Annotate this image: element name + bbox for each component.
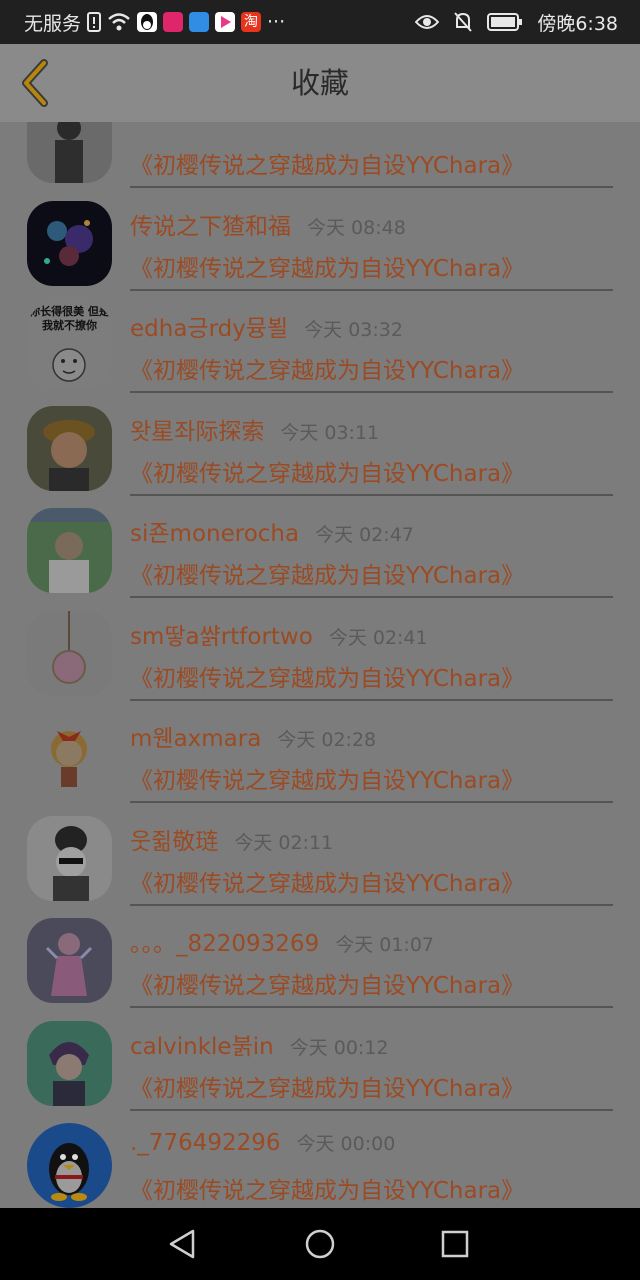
item-time: 今天 08:48 bbox=[307, 216, 406, 239]
status-bar: 无服务 淘 ··· 傍晚6:38 bbox=[0, 0, 640, 44]
avatar[interactable] bbox=[27, 815, 112, 901]
item-subtitle: 《初樱传说之穿越成为自设YYChara》 bbox=[130, 665, 525, 692]
divider bbox=[130, 1006, 613, 1008]
page-title: 收藏 bbox=[290, 66, 349, 100]
square-recent-icon bbox=[441, 1230, 469, 1258]
app-icon bbox=[163, 12, 184, 32]
item-title: 웃쥚敬琏 今天 02:11 bbox=[130, 828, 334, 855]
sim-alert-icon bbox=[87, 12, 102, 32]
navigation-bar bbox=[0, 1208, 640, 1280]
divider bbox=[130, 288, 613, 291]
item-subtitle: 《初樱传说之穿越成为自设YYChara》 bbox=[130, 255, 525, 282]
item-time: 今天 03:11 bbox=[280, 421, 380, 444]
item-subtitle: 《初樱传说之穿越成为自设YYChara》 bbox=[130, 153, 525, 179]
avatar[interactable] bbox=[27, 122, 112, 183]
item-title: 왓星좌际探索 今天 03:11 bbox=[130, 418, 380, 445]
item-title: ._776492296 今天 00:00 bbox=[130, 1130, 396, 1156]
item-time: 今天 02:28 bbox=[277, 729, 377, 751]
item-title bbox=[130, 122, 146, 130]
item-time: 今天 01:07 bbox=[335, 934, 434, 956]
nav-recent-button[interactable] bbox=[437, 1226, 473, 1262]
divider bbox=[130, 801, 613, 803]
avatar[interactable] bbox=[27, 1123, 112, 1208]
divider bbox=[130, 493, 613, 496]
avatar[interactable] bbox=[27, 918, 112, 1003]
message-app-icon bbox=[189, 12, 210, 32]
item-subtitle: 《初樱传说之穿越成为自设YYChara》 bbox=[130, 358, 525, 384]
triangle-back-icon bbox=[169, 1229, 195, 1259]
video-app-icon bbox=[215, 12, 236, 32]
divider bbox=[130, 186, 613, 188]
circle-home-icon bbox=[305, 1229, 335, 1259]
list-item[interactable]: 。。。_822093269 今天 01:07 《初樱传说之穿越成为自设YYChar… bbox=[0, 907, 640, 1010]
avatar[interactable] bbox=[27, 405, 112, 491]
title-bar: 收藏 bbox=[0, 44, 640, 122]
list-item[interactable]: calvinkle붉in 今天 00:12 《初樱传说之穿越成为自设YYChara… bbox=[0, 1010, 640, 1113]
taobao-icon: 淘 bbox=[241, 12, 262, 32]
item-title: edha긍rdy뮹뵐 今天 03:32 bbox=[130, 316, 403, 342]
item-time: 今天 02:47 bbox=[315, 524, 414, 546]
divider bbox=[130, 596, 613, 598]
item-title: m웬axmara 今天 02:28 bbox=[130, 726, 377, 752]
item-time: 今天 02:41 bbox=[328, 626, 428, 649]
item-title: 传说之下猹和福 今天 08:48 bbox=[130, 213, 406, 240]
list-item[interactable]: si죤monerocha 今天 02:47 《初樱传说之穿越成为自设YYChara… bbox=[0, 497, 640, 600]
item-subtitle: 《初樱传说之穿越成为自设YYChara》 bbox=[130, 1075, 525, 1102]
item-subtitle: 《初樱传说之穿越成为自设YYChara》 bbox=[130, 563, 525, 589]
qq-icon bbox=[137, 12, 158, 32]
list-item[interactable]: 你长得很美 但是我就不撩你 edha긍rdy뮹뵐 今天 03:32 《初樱传说之穿… bbox=[0, 292, 640, 395]
clock-text: 傍晚6:38 bbox=[537, 12, 618, 35]
wifi-icon bbox=[108, 13, 130, 31]
item-title: 。。。_822093269 今天 01:07 bbox=[130, 931, 434, 957]
item-subtitle: 《初樱传说之穿越成为自设YYChara》 bbox=[130, 973, 525, 999]
mute-bell-icon bbox=[454, 12, 473, 32]
list-item[interactable]: 《初樱传说之穿越成为自设YYChara》 bbox=[0, 122, 640, 190]
list-item[interactable]: 传说之下猹和福 今天 08:48 《初樱传说之穿越成为自设YYChara》 bbox=[0, 190, 640, 293]
divider bbox=[130, 903, 613, 906]
avatar[interactable] bbox=[27, 713, 112, 798]
list-item[interactable]: ._776492296 今天 00:00 《初樱传说之穿越成为自设YYChara》 bbox=[0, 1112, 640, 1208]
avatar[interactable] bbox=[27, 610, 112, 696]
more-notifications-icon: ··· bbox=[267, 11, 286, 33]
item-subtitle: 《初樱传说之穿越成为自设YYChara》 bbox=[130, 460, 525, 487]
list-item[interactable]: 왓星좌际探索 今天 03:11 《初樱传说之穿越成为自设YYChara》 bbox=[0, 395, 640, 498]
avatar[interactable] bbox=[27, 1020, 112, 1106]
eye-icon bbox=[415, 15, 440, 29]
carrier-text: 无服务 bbox=[24, 12, 82, 35]
item-subtitle: 《初樱传说之穿越成为自设YYChara》 bbox=[130, 768, 525, 794]
item-time: 今天 03:32 bbox=[304, 319, 403, 341]
avatar[interactable]: 你长得很美 但是我就不撩你 bbox=[27, 303, 112, 388]
nav-home-button[interactable] bbox=[302, 1226, 338, 1262]
list-item[interactable]: sm땋a쌹rtfortwo 今天 02:41 《初樱传说之穿越成为自设YYChar… bbox=[0, 600, 640, 703]
item-time: 今天 00:00 bbox=[296, 1133, 396, 1155]
list-item[interactable]: 웃쥚敬琏 今天 02:11 《初樱传说之穿越成为自设YYChara》 bbox=[0, 805, 640, 908]
item-time: 今天 00:12 bbox=[289, 1036, 389, 1059]
battery-icon bbox=[487, 13, 523, 31]
list-item[interactable]: m웬axmara 今天 02:28 《初樱传说之穿越成为自设YYChara》 bbox=[0, 702, 640, 805]
item-time: 今天 02:11 bbox=[234, 831, 334, 854]
divider bbox=[130, 1108, 613, 1111]
nav-back-button[interactable] bbox=[165, 1226, 201, 1262]
item-title: calvinkle붉in 今天 00:12 bbox=[130, 1033, 389, 1060]
item-title: sm땋a쌹rtfortwo 今天 02:41 bbox=[130, 623, 428, 650]
avatar[interactable] bbox=[27, 200, 112, 286]
favorites-list[interactable]: 《初樱传说之穿越成为自设YYChara》 传说之下猹和福 今天 08:48 《初樱… bbox=[0, 122, 640, 1208]
avatar[interactable] bbox=[27, 508, 112, 593]
divider bbox=[130, 698, 613, 701]
item-subtitle: 《初樱传说之穿越成为自设YYChara》 bbox=[130, 1178, 525, 1204]
item-title: si죤monerocha 今天 02:47 bbox=[130, 521, 414, 547]
item-subtitle: 《初樱传说之穿越成为自设YYChara》 bbox=[130, 870, 525, 897]
divider bbox=[130, 391, 613, 393]
